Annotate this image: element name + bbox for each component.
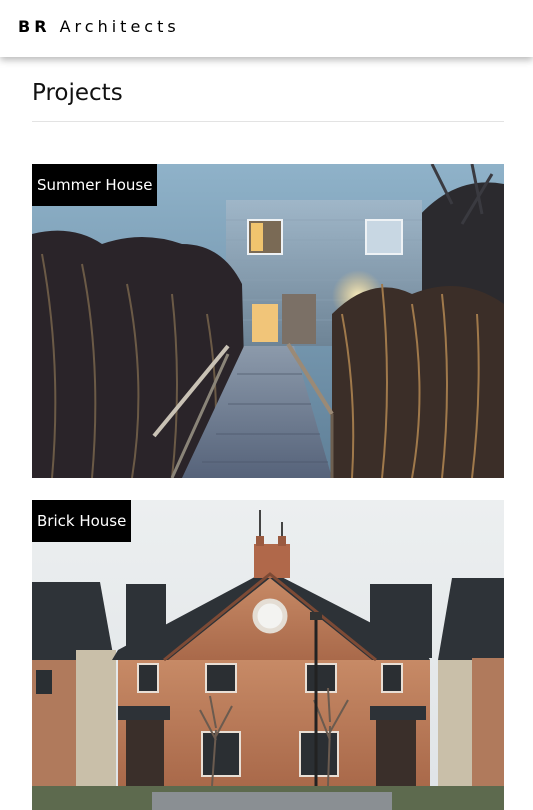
brand-logo-link[interactable]: BR Architects xyxy=(18,17,180,36)
project-card-summer-house[interactable]: Summer House xyxy=(32,164,504,478)
project-label: Summer House xyxy=(32,164,158,206)
page-title: Projects xyxy=(32,80,123,106)
project-image-brick-house xyxy=(32,500,504,810)
project-label: Brick House xyxy=(32,500,132,542)
top-navigation-bar: BR Architects xyxy=(0,0,533,57)
title-divider xyxy=(32,121,504,122)
brand-initials: BR xyxy=(18,17,51,36)
brand-name: Architects xyxy=(59,17,180,36)
project-card-brick-house[interactable]: Brick House xyxy=(32,500,504,810)
project-image-summer-house xyxy=(32,164,504,478)
